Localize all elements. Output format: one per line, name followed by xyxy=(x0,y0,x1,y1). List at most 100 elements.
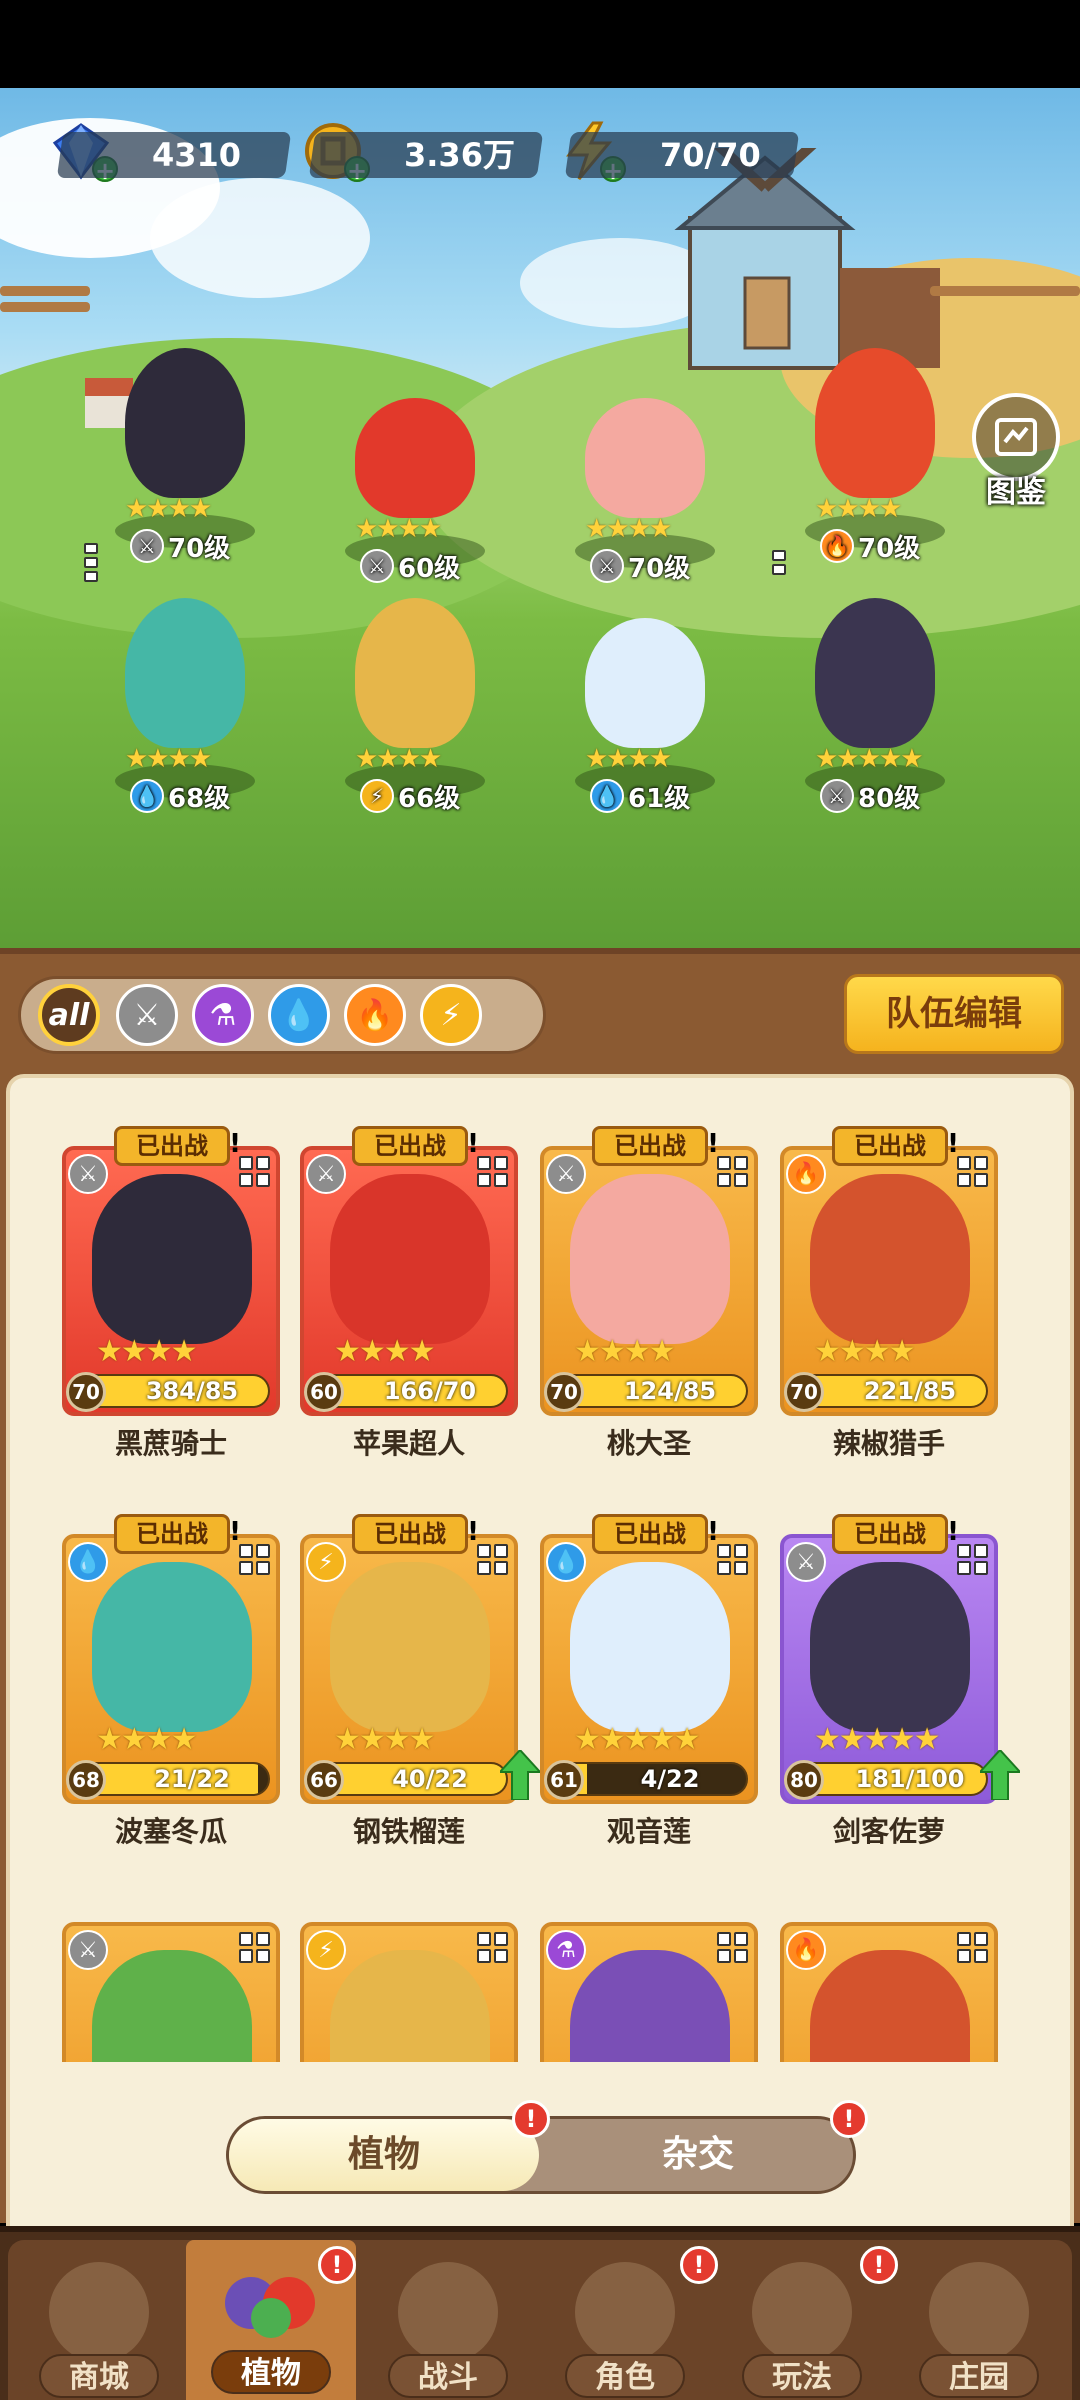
equip-slot-icon xyxy=(717,1156,748,1187)
shard-count: 384/85 xyxy=(145,1377,239,1405)
upgrade-arrow-icon[interactable] xyxy=(980,1750,1020,1800)
battle-unit[interactable]: ★★★★ ⚔ 70级 xyxy=(540,358,750,588)
plant-card[interactable]: 已出战⚔ ★★★★ 124/85 70 桃大圣 xyxy=(540,1126,758,1460)
card-panel: 已出战⚔★★★★384/8570黑蔗骑士已出战⚔★★★★166/7060苹果超人… xyxy=(6,1074,1074,2234)
lock-icon xyxy=(929,2262,1029,2362)
plant-card[interactable]: ⚔ xyxy=(62,1902,280,2062)
dark-knight-sprite xyxy=(125,348,245,498)
plant-portrait xyxy=(330,1174,490,1344)
card-stars: ★★★★ xyxy=(334,1334,436,1369)
nav-manor[interactable]: 庄园 xyxy=(894,2254,1064,2400)
filter-bolt-icon[interactable]: ⚡ xyxy=(420,984,482,1046)
bolt-icon: ⚡ xyxy=(360,779,394,813)
guanyin-lotus-sprite xyxy=(585,618,705,748)
filter-water-icon[interactable]: 💧 xyxy=(268,984,330,1046)
deployed-tag: 已出战 xyxy=(592,1514,719,1554)
battle-unit[interactable]: ★★★★★ ⚔ 80级 xyxy=(770,588,980,818)
filter-fire-icon[interactable]: 🔥 xyxy=(344,984,406,1046)
filter-sword-icon[interactable]: ⚔ xyxy=(116,984,178,1046)
sword-icon: ⚔ xyxy=(546,1154,586,1194)
tab-plants[interactable]: 植物 xyxy=(229,2119,539,2191)
plant-portrait xyxy=(92,1174,252,1344)
plant-card[interactable]: 已出战⚔ ★★★★ 166/70 60苹果超人 xyxy=(300,1126,518,1460)
unit-stars: ★★★★ xyxy=(355,514,442,544)
notification-badge: ! xyxy=(318,2246,356,2284)
plant-card[interactable]: 已出战💧 ★★★★ 21/22 68波塞冬瓜 xyxy=(62,1514,280,1848)
nav-shop[interactable]: 商城 xyxy=(14,2254,184,2400)
status-bar xyxy=(0,0,1080,88)
sword-icon: ⚔ xyxy=(68,1154,108,1194)
deployed-tag: 已出战 xyxy=(114,1126,241,1166)
upgrade-arrow-icon[interactable] xyxy=(500,1750,540,1800)
plant-card[interactable]: 🔥 xyxy=(780,1902,998,2062)
swordsman-carrot-sprite xyxy=(815,598,935,748)
plant-name: 波塞冬瓜 xyxy=(114,1815,227,1848)
equip-slot-icon xyxy=(477,1544,508,1575)
plant-card[interactable]: 已出战🔥 ★★★★ 221/85 70辣椒猎手 xyxy=(780,1126,998,1460)
atlas-button[interactable]: 图鉴 xyxy=(968,393,1064,510)
sword-icon: ⚔ xyxy=(68,1930,108,1970)
peach-sage-sprite xyxy=(585,398,705,518)
card-stars: ★★★★ xyxy=(96,1334,198,1369)
equip-slot-icon xyxy=(477,1156,508,1187)
battle-unit[interactable]: ★★★★ 💧 68级 xyxy=(80,588,290,818)
battle-unit[interactable]: ★★★★ 🔥 70级 xyxy=(770,338,980,568)
shard-count: 221/85 xyxy=(863,1377,957,1405)
plant-card[interactable]: 已出战💧 ★★★★★ 4/22 61 观音莲 xyxy=(540,1514,758,1848)
filter-potion-icon[interactable]: ⚗ xyxy=(192,984,254,1046)
deployed-tag: 已出战 xyxy=(352,1514,479,1554)
notification-badge: ! xyxy=(512,2100,550,2138)
battle-unit[interactable]: ★★★★ ⚔ 70级 xyxy=(80,338,290,568)
plant-card[interactable]: ⚗ xyxy=(540,1902,758,2062)
nav-gameplay[interactable]: 玩法 xyxy=(717,2254,887,2400)
sword-icon: ⚔ xyxy=(590,549,624,583)
plant-name: 辣椒猎手 xyxy=(832,1427,945,1460)
plant-collection: 已出战⚔★★★★384/8570黑蔗骑士已出战⚔★★★★166/7060苹果超人… xyxy=(0,1058,1080,2234)
battle-scene: + 4310 + 3.36万 + 70/70 图鉴 ★★★★ ⚔70级 ★★★★… xyxy=(0,88,1080,948)
plant-card[interactable]: 已出战⚔ ★★★★ 384/85 70黑蔗骑士 xyxy=(62,1126,280,1460)
equip-slot-icon xyxy=(239,1544,270,1575)
deployed-tag: 已出战 xyxy=(114,1514,241,1554)
battle-icon xyxy=(398,2262,498,2362)
tab-hybrid[interactable]: 杂交 xyxy=(543,2119,853,2191)
coin-counter: 3.36万 xyxy=(308,132,544,178)
unit-stars: ★★★★ xyxy=(355,744,442,774)
notification-badge: ! xyxy=(680,2246,718,2284)
filter-all-button[interactable]: all xyxy=(38,984,100,1046)
battle-unit[interactable]: ★★★★ 💧 61级 xyxy=(540,588,750,818)
card-level: 60 xyxy=(304,1372,344,1412)
plant-name: 钢铁榴莲 xyxy=(352,1815,465,1848)
unit-level: ⚡ 66级 xyxy=(360,778,460,814)
plant-card[interactable]: 已出战⚡ ★★★★ 40/22 66钢铁榴莲 xyxy=(300,1514,540,1848)
bolt-icon: ⚡ xyxy=(306,1930,346,1970)
team-edit-button[interactable]: 队伍编辑 xyxy=(844,974,1064,1054)
water-icon: 💧 xyxy=(68,1542,108,1582)
equip-slot-icon xyxy=(717,1932,748,1963)
plant-name: 苹果超人 xyxy=(352,1427,465,1460)
card-level: 66 xyxy=(304,1760,344,1800)
equip-slot-icon xyxy=(957,1156,988,1187)
notification-badge: ! xyxy=(830,2100,868,2138)
sword-icon: ⚔ xyxy=(306,1154,346,1194)
card-level: 70 xyxy=(784,1372,824,1412)
energy-counter: 70/70 xyxy=(564,132,800,178)
iron-durian-sprite xyxy=(355,598,475,748)
nav-battle[interactable]: 战斗 xyxy=(363,2254,533,2400)
unit-level: ⚔ 60级 xyxy=(360,548,460,584)
deployed-tag: 已出战 xyxy=(352,1126,479,1166)
unit-stars: ★★★★ xyxy=(585,514,672,544)
unit-level: ⚔ 70级 xyxy=(590,548,690,584)
plants-icon xyxy=(221,2248,321,2348)
battle-unit[interactable]: ★★★★ ⚔ 60级 xyxy=(310,358,520,588)
plant-card[interactable]: 已出战⚔ ★★★★★ 181/100 80剑客佐萝 xyxy=(780,1514,1020,1848)
plant-card[interactable]: ⚡ xyxy=(300,1902,518,2062)
notification-badge: ! xyxy=(860,2246,898,2284)
equip-slot-icon xyxy=(84,543,98,583)
fire-icon: 🔥 xyxy=(786,1154,826,1194)
unit-level: 💧 68级 xyxy=(130,778,230,814)
card-level: 80 xyxy=(784,1760,824,1800)
fire-icon: 🔥 xyxy=(820,529,854,563)
shard-count: 21/22 xyxy=(154,1765,230,1793)
unit-stars: ★★★★ xyxy=(125,744,212,774)
battle-unit[interactable]: ★★★★ ⚡ 66级 xyxy=(310,588,520,818)
